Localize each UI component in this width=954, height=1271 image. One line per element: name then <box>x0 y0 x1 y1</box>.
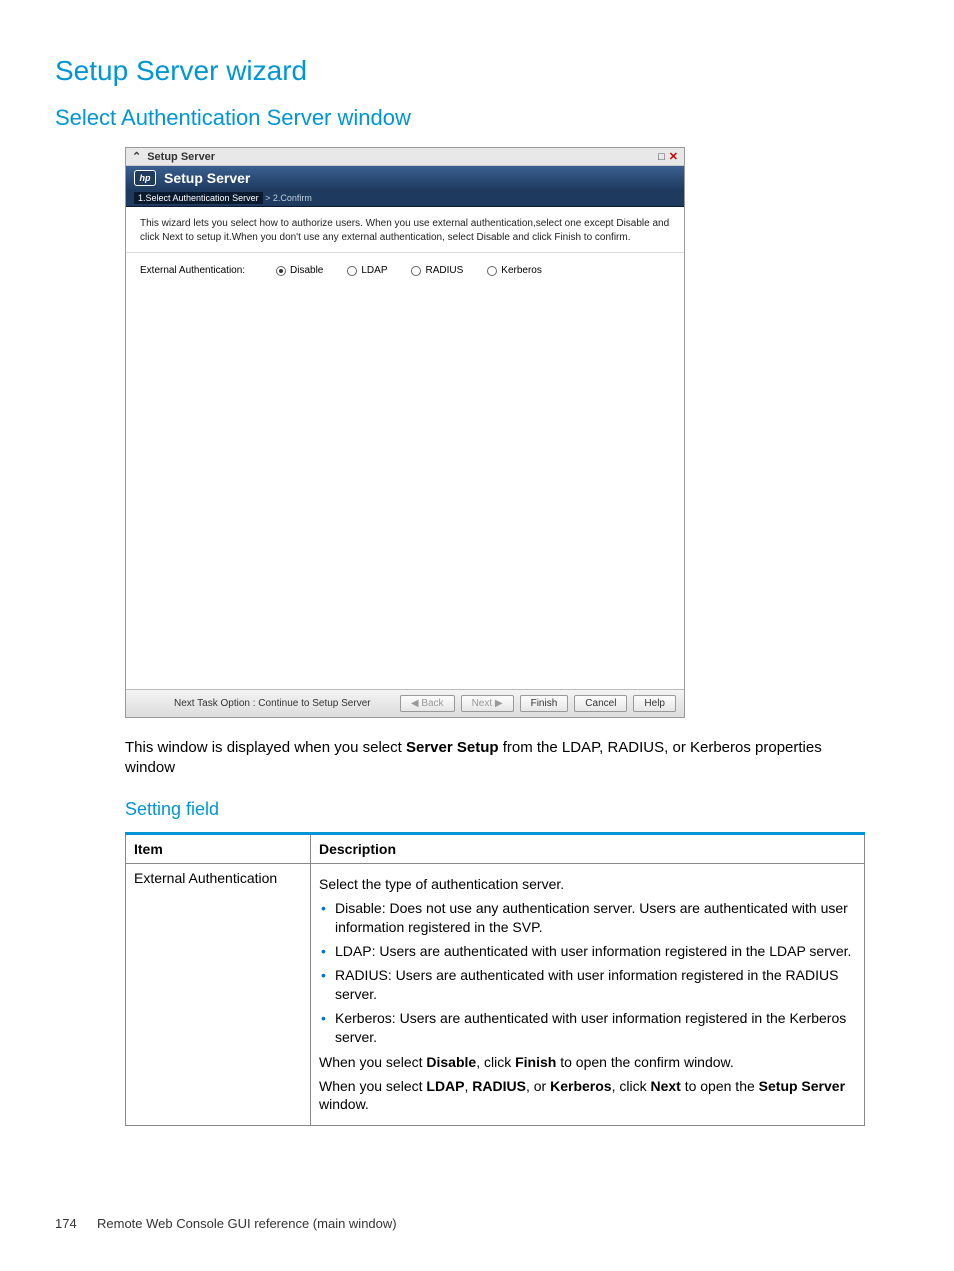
collapse-icon[interactable]: ⌃ <box>132 150 141 163</box>
radio-ldap-label: LDAP <box>361 265 387 276</box>
titlebar-text: Setup Server <box>147 151 215 163</box>
footer-text: Remote Web Console GUI reference (main w… <box>97 1216 397 1231</box>
radio-kerberos-label: Kerberos <box>501 265 542 276</box>
radio-ldap[interactable]: LDAP <box>347 265 387 276</box>
step-2: 2.Confirm <box>273 193 312 203</box>
radio-disable[interactable]: Disable <box>276 265 323 276</box>
close-icon[interactable]: ✕ <box>669 150 678 163</box>
section-heading: Setting field <box>125 799 889 820</box>
list-item: Kerberos: Users are authenticated with u… <box>319 1009 856 1047</box>
wizard-header-text: Setup Server <box>164 170 250 186</box>
page-footer: 174 Remote Web Console GUI reference (ma… <box>55 1216 889 1231</box>
step-1: 1.Select Authentication Server <box>134 192 263 204</box>
external-auth-label: External Authentication: <box>140 265 270 276</box>
next-task-option: Next Task Option : Continue to Setup Ser… <box>134 698 394 709</box>
step-separator: > <box>265 193 270 203</box>
radio-icon <box>411 266 421 276</box>
col-item: Item <box>126 833 311 863</box>
radio-icon <box>276 266 286 276</box>
wizard-form-row: External Authentication: Disable LDAP RA… <box>126 253 684 288</box>
setting-table: Item Description External Authentication… <box>125 832 865 1127</box>
list-item: LDAP: Users are authenticated with user … <box>319 942 856 961</box>
radio-disable-label: Disable <box>290 265 323 276</box>
help-button[interactable]: Help <box>633 695 676 712</box>
radio-radius[interactable]: RADIUS <box>411 265 463 276</box>
wizard-header: hp Setup Server <box>126 166 684 190</box>
radio-radius-label: RADIUS <box>425 265 463 276</box>
radio-kerberos[interactable]: Kerberos <box>487 265 542 276</box>
wizard-footer: Next Task Option : Continue to Setup Ser… <box>126 689 684 717</box>
cancel-button[interactable]: Cancel <box>574 695 627 712</box>
table-row: External Authentication Select the type … <box>126 863 865 1126</box>
col-description: Description <box>311 833 865 863</box>
caption-text: This window is displayed when you select… <box>125 738 845 779</box>
back-button[interactable]: ◀ Back <box>400 695 455 712</box>
page-number: 174 <box>55 1216 85 1231</box>
screenshot-panel: ⌃ Setup Server □ ✕ hp Setup Server 1.Sel… <box>125 147 685 718</box>
wizard-body: This wizard lets you select how to autho… <box>126 207 684 717</box>
list-item: Disable: Does not use any authentication… <box>319 899 856 937</box>
cell-item: External Authentication <box>126 863 311 1126</box>
next-button[interactable]: Next ▶ <box>461 695 514 712</box>
maximize-icon[interactable]: □ <box>658 151 665 163</box>
cell-description: Select the type of authentication server… <box>311 863 865 1126</box>
list-item: RADIUS: Users are authenticated with use… <box>319 966 856 1004</box>
page-subtitle: Select Authentication Server window <box>55 105 889 131</box>
page-title: Setup Server wizard <box>55 55 889 87</box>
radio-icon <box>347 266 357 276</box>
hp-logo-icon: hp <box>134 170 156 186</box>
wizard-instruction: This wizard lets you select how to autho… <box>126 207 684 253</box>
wizard-titlebar: ⌃ Setup Server □ ✕ <box>126 148 684 166</box>
wizard-steps: 1.Select Authentication Server > 2.Confi… <box>126 190 684 207</box>
radio-icon <box>487 266 497 276</box>
finish-button[interactable]: Finish <box>520 695 569 712</box>
